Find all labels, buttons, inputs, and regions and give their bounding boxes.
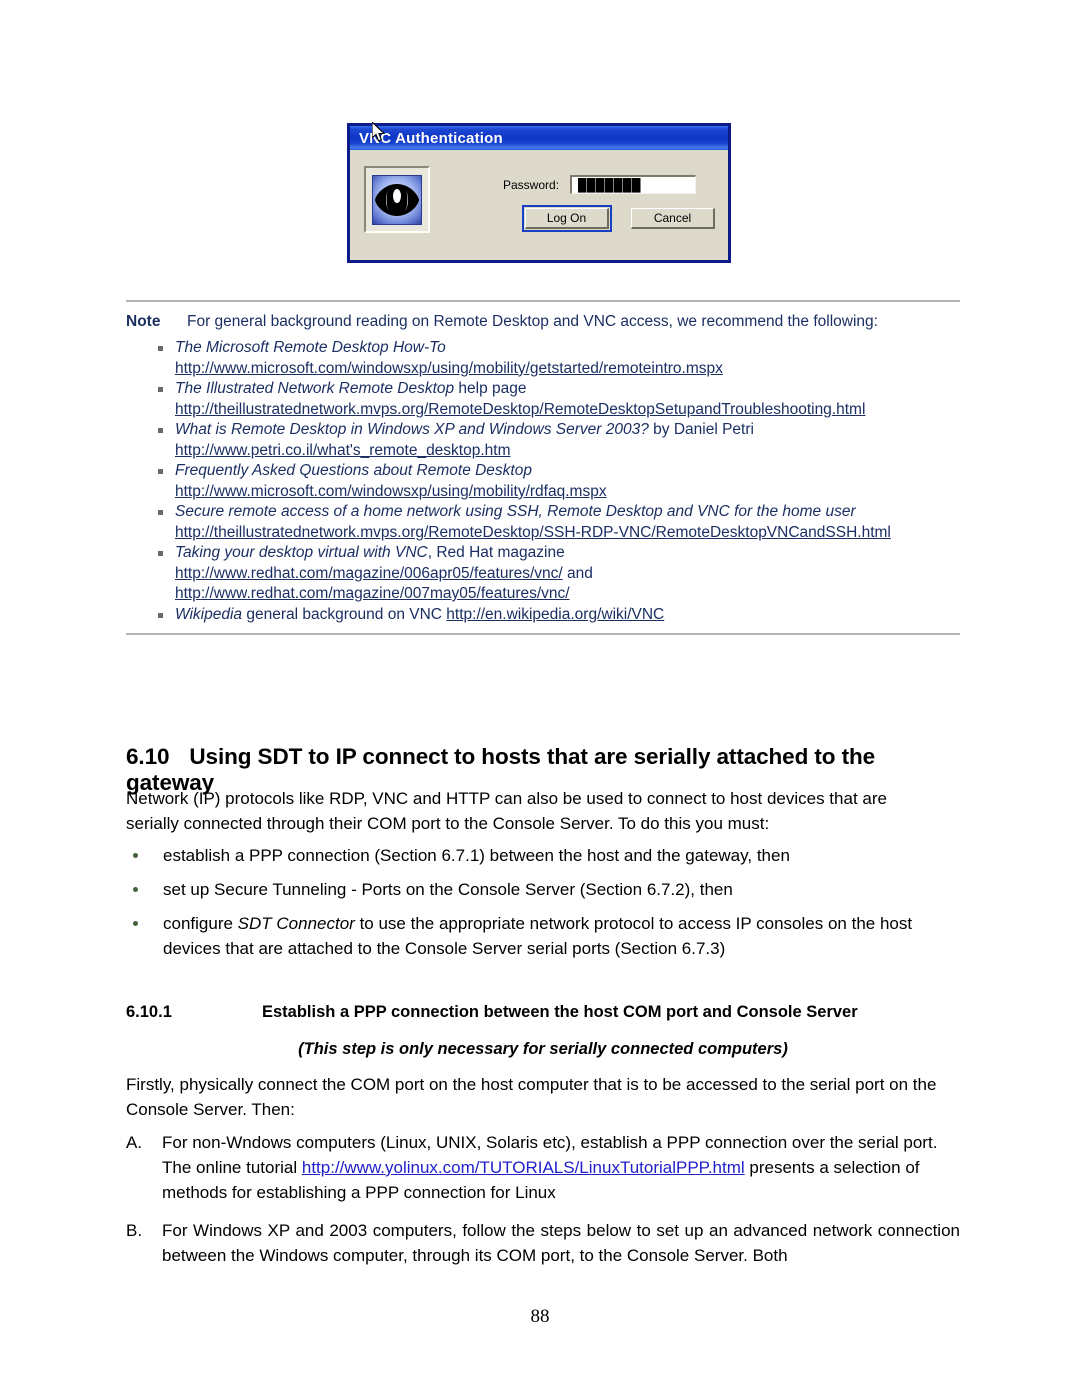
note-item-title: Taking your desktop virtual with VNC [175,544,428,561]
vnc-logo-frame [364,166,430,233]
note-list-item: Wikipedia general background on VNC http… [126,605,960,626]
list-item: establish a PPP connection (Section 6.7.… [126,843,960,868]
bullet-text-emphasis: SDT Connector [237,914,355,933]
bullet-text: set up Secure Tunneling - Ports on the C… [163,880,733,899]
note-intro-text: For general background reading on Remote… [187,313,878,330]
note-item-title-suffix: general background on VNC [242,605,447,623]
cancel-button[interactable]: Cancel [631,208,715,229]
note-list-item: Secure remote access of a home network u… [126,502,960,543]
note-item-url[interactable]: http://theillustratednetwork.mvps.org/Re… [175,524,891,541]
tutorial-link[interactable]: http://www.yolinux.com/TUTORIALS/LinuxTu… [302,1158,745,1177]
vnc-dialog-titlebar: VNC Authentication [350,122,728,150]
bullet-text: establish a PPP connection (Section 6.7.… [163,846,790,865]
note-item-title-suffix: by Daniel Petri [648,421,754,438]
vnc-dialog: VNC Authentication Password: ███████ Log… [347,122,731,263]
vnc-dialog-title: VNC Authentication [359,129,503,147]
note-item-title: Frequently Asked Questions about Remote … [175,462,532,479]
note-list-item: Taking your desktop virtual with VNC, Re… [126,543,960,605]
section-bullet-list: establish a PPP connection (Section 6.7.… [126,843,960,970]
log-on-button[interactable]: Log On [522,205,612,232]
note-item-url[interactable]: http://www.microsoft.com/windowsxp/using… [175,483,607,500]
password-label: Password: [503,177,560,192]
list-item-marker: B. [126,1221,143,1240]
note-list-item: The Illustrated Network Remote Desktop h… [126,379,960,420]
note-item-title: Wikipedia [175,605,243,623]
list-item-marker: A. [126,1133,143,1152]
subsection-subtitle: (This step is only necessary for seriall… [298,1040,788,1058]
subsection-heading-6-10-1: 6.10.1 Establish a PPP connection between… [126,1003,966,1022]
note-item-url[interactable]: http://www.redhat.com/magazine/006apr05/… [175,565,563,582]
section-intro-paragraph: Network (IP) protocols like RDP, VNC and… [126,789,887,833]
note-reference-list: The Microsoft Remote Desktop How-To http:… [126,338,960,625]
note-header: Note For general background reading on R… [126,311,960,332]
vnc-authentication-dialog-figure: VNC Authentication Password: ███████ Log… [347,122,731,263]
vnc-password-row: Password: ███████ [503,175,697,194]
note-item-title: Secure remote access of a home network u… [175,503,856,520]
vnc-button-row: Log On Cancel [522,205,715,232]
list-item-text: For Windows XP and 2003 computers, follo… [162,1221,960,1265]
vnc-eye-icon [372,174,422,225]
note-list-item: What is Remote Desktop in Windows XP and… [126,420,960,461]
url-joiner: and [562,564,593,582]
note-item-url[interactable]: http://www.microsoft.com/windowsxp/using… [175,360,723,377]
list-item: configure SDT Connector to use the appro… [126,911,960,961]
note-item-title-suffix: help page [454,380,527,397]
vnc-dialog-body: Password: ███████ Log On Cancel [350,150,728,260]
subsection-alpha-list: A. For non-Wndows computers (Linux, UNIX,… [126,1130,960,1281]
note-callout: Note For general background reading on R… [126,300,960,635]
subsection-title: Establish a PPP connection between the h… [262,1003,858,1021]
note-item-url[interactable]: http://en.wikipedia.org/wiki/VNC [446,606,664,623]
note-item-url[interactable]: http://theillustratednetwork.mvps.org/Re… [175,401,865,418]
note-label: Note [126,313,161,330]
note-item-title: The Microsoft Remote Desktop How-To [175,339,446,356]
bullet-text-pre: configure [163,914,238,933]
page-number: 88 [530,1306,550,1327]
note-item-title: The Illustrated Network Remote Desktop [175,380,455,397]
note-item-url[interactable]: http://www.petri.co.il/what's_remote_des… [175,442,511,459]
note-list-item: Frequently Asked Questions about Remote … [126,461,960,502]
note-item-url[interactable]: http://www.redhat.com/magazine/007may05/… [175,585,570,602]
subsection-intro-paragraph: Firstly, physically connect the COM port… [126,1075,937,1119]
list-item: set up Secure Tunneling - Ports on the C… [126,877,960,902]
subsection-number: 6.10.1 [126,1003,172,1021]
section-number: 6.10 [126,744,170,769]
password-input[interactable]: ███████ [570,175,697,194]
note-list-item: The Microsoft Remote Desktop How-To http:… [126,338,960,379]
list-item: B. For Windows XP and 2003 computers, fol… [126,1218,960,1268]
list-item: A. For non-Wndows computers (Linux, UNIX,… [126,1130,960,1205]
note-item-title-suffix: , Red Hat magazine [427,544,565,561]
note-item-title: What is Remote Desktop in Windows XP and… [175,421,649,438]
